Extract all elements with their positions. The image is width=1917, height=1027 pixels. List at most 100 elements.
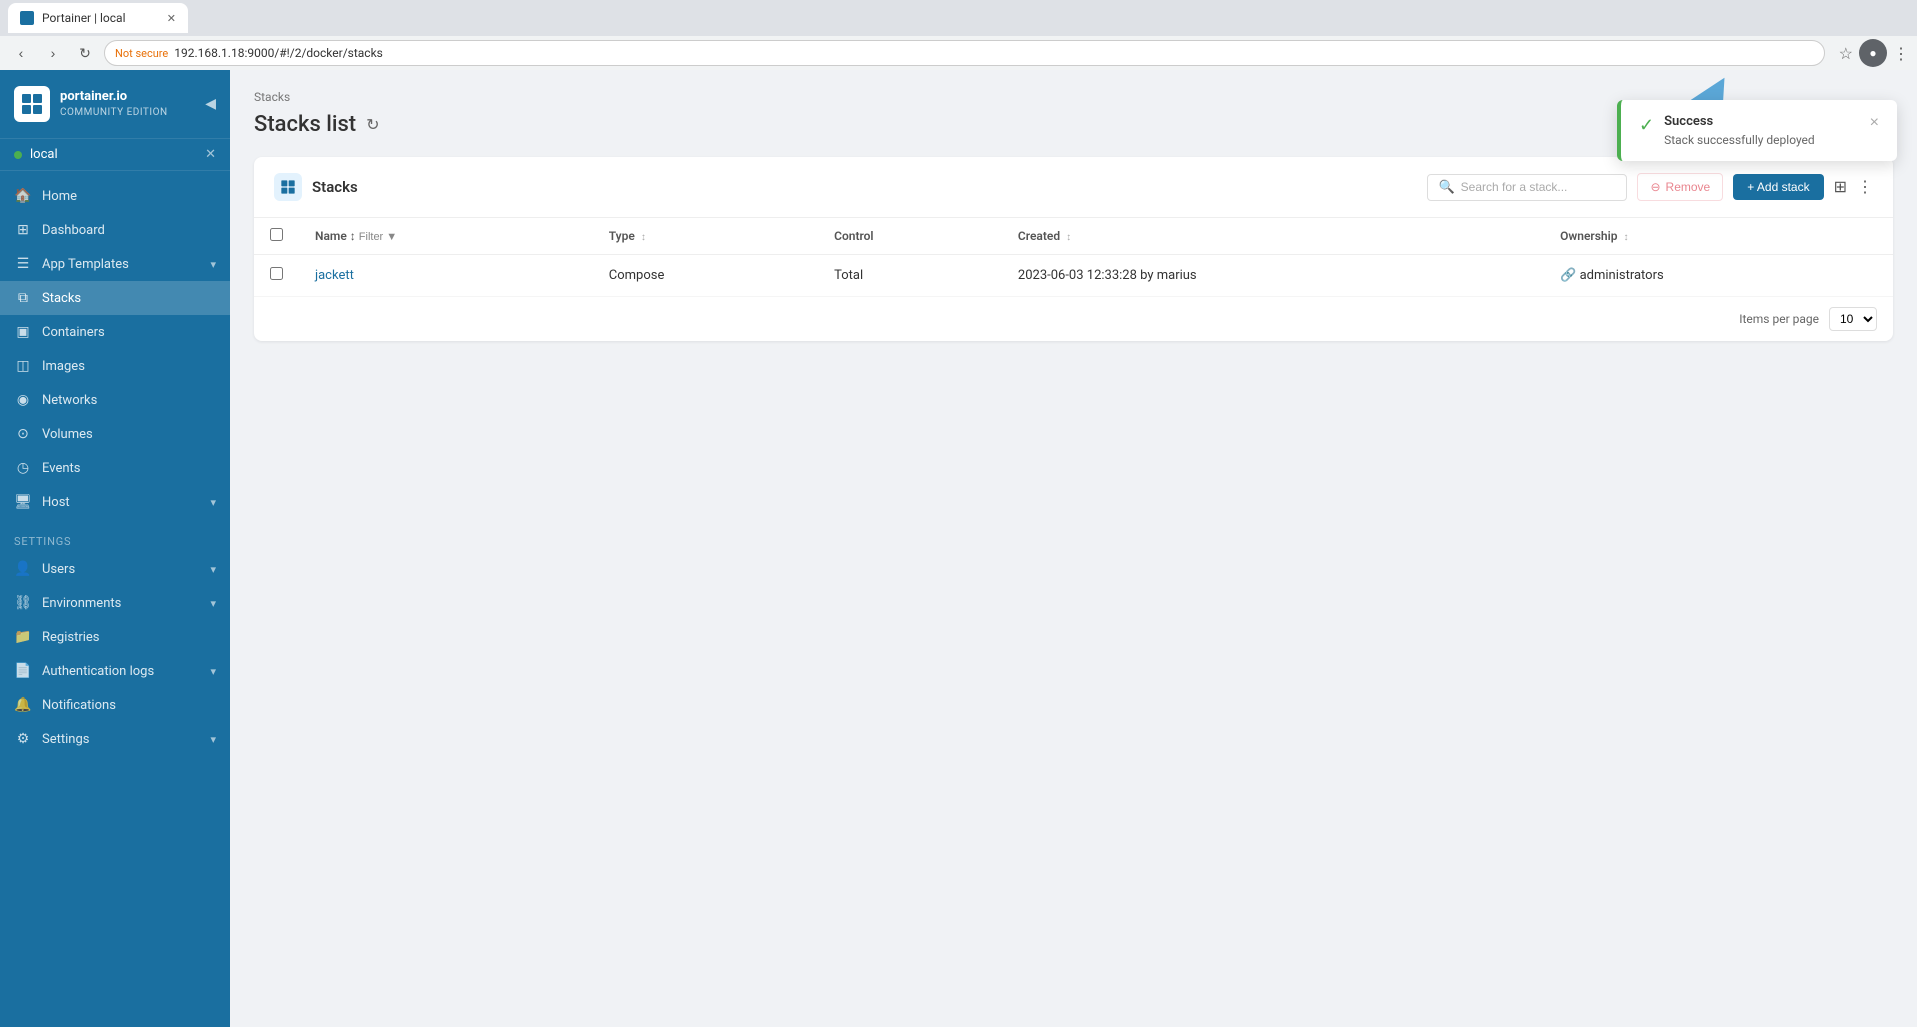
stacks-card-icon bbox=[274, 173, 302, 201]
row-checkbox[interactable] bbox=[270, 267, 283, 280]
browser-nav: ‹ › ↻ Not secure 192.168.1.18:9000/#!/2/… bbox=[0, 36, 1917, 70]
endpoint-close-button[interactable]: ✕ bbox=[205, 147, 216, 162]
add-stack-button[interactable]: + Add stack bbox=[1733, 174, 1823, 200]
row-ownership-cell: 🔗 administrators bbox=[1544, 255, 1893, 297]
security-warning: Not secure bbox=[115, 47, 168, 60]
sidebar-item-label: Dashboard bbox=[42, 223, 105, 238]
stacks-table-container: Name ↕ Filter ▼ Type ↕ Control Created ↕… bbox=[254, 218, 1893, 341]
main-content: Stacks Stacks list ↻ Stacks bbox=[230, 70, 1917, 1027]
sidebar-item-volumes[interactable]: ⊙ Volumes bbox=[0, 417, 230, 451]
card-header: Stacks 🔍 ⊖ Remove + Add stack ⊞ ⋮ bbox=[254, 157, 1893, 218]
col-name[interactable]: Name ↕ Filter ▼ bbox=[299, 218, 593, 255]
per-page-select[interactable]: 10 25 50 bbox=[1829, 307, 1877, 331]
address-bar[interactable]: Not secure 192.168.1.18:9000/#!/2/docker… bbox=[104, 40, 1825, 66]
row-control-cell: Total bbox=[818, 255, 1002, 297]
registries-icon: 📁 bbox=[14, 629, 32, 645]
row-checkbox-cell[interactable] bbox=[254, 255, 299, 297]
sidebar-item-label: Networks bbox=[42, 393, 97, 408]
sidebar-item-label: Users bbox=[42, 562, 75, 577]
logo-area: portainer.io Community Edition bbox=[14, 86, 168, 122]
sidebar-item-users[interactable]: 👤 Users ▾ bbox=[0, 552, 230, 586]
col-created[interactable]: Created ↕ bbox=[1002, 218, 1544, 255]
card-title-text: Stacks bbox=[312, 178, 358, 196]
url-text: 192.168.1.18:9000/#!/2/docker/stacks bbox=[174, 46, 383, 60]
sidebar-item-stacks[interactable]: ⧉ Stacks bbox=[0, 281, 230, 315]
card-actions: 🔍 ⊖ Remove + Add stack ⊞ ⋮ bbox=[1427, 173, 1873, 201]
sidebar-item-home[interactable]: 🏠 Home bbox=[0, 179, 230, 213]
select-all-checkbox[interactable] bbox=[270, 228, 283, 241]
sidebar-item-label: Events bbox=[42, 461, 80, 476]
columns-toggle-button[interactable]: ⊞ bbox=[1834, 177, 1847, 197]
sidebar-item-auth-logs[interactable]: 📄 Authentication logs ▾ bbox=[0, 654, 230, 688]
tab-close-button[interactable]: ✕ bbox=[167, 12, 176, 25]
search-input[interactable] bbox=[1461, 180, 1617, 194]
sidebar-item-label: App Templates bbox=[42, 257, 129, 272]
more-options-button[interactable]: ⋮ bbox=[1857, 177, 1873, 197]
sidebar-item-settings[interactable]: ⚙ Settings ▾ bbox=[0, 722, 230, 756]
select-all-header[interactable] bbox=[254, 218, 299, 255]
remove-icon: ⊖ bbox=[1650, 180, 1660, 194]
sidebar-item-environments[interactable]: ⛓ Environments ▾ bbox=[0, 586, 230, 620]
items-per-page-label: Items per page bbox=[1739, 312, 1819, 326]
chevron-down-icon: ▾ bbox=[210, 563, 216, 576]
sidebar-item-label: Registries bbox=[42, 630, 100, 645]
events-icon: ◷ bbox=[14, 460, 32, 476]
success-toast: ✓ Success Stack successfully deployed × bbox=[1617, 100, 1897, 161]
ownership-text: administrators bbox=[1580, 268, 1664, 283]
chevron-down-icon: ▾ bbox=[210, 733, 216, 746]
bookmark-button[interactable]: ☆ bbox=[1839, 44, 1853, 63]
sidebar-item-app-templates[interactable]: ☰ App Templates ▾ bbox=[0, 247, 230, 281]
sidebar-collapse-button[interactable]: ◀ bbox=[205, 96, 216, 112]
stacks-table: Name ↕ Filter ▼ Type ↕ Control Created ↕… bbox=[254, 218, 1893, 297]
remove-button[interactable]: ⊖ Remove bbox=[1637, 173, 1723, 201]
networks-icon: ◉ bbox=[14, 392, 32, 408]
col-ownership[interactable]: Ownership ↕ bbox=[1544, 218, 1893, 255]
search-box[interactable]: 🔍 bbox=[1427, 174, 1627, 201]
stack-link[interactable]: jackett bbox=[315, 268, 354, 283]
toast-close-button[interactable]: × bbox=[1870, 114, 1879, 132]
table-header: Name ↕ Filter ▼ Type ↕ Control Created ↕… bbox=[254, 218, 1893, 255]
reload-button[interactable]: ↻ bbox=[72, 40, 98, 66]
stacks-icon: ⧉ bbox=[14, 290, 32, 306]
col-type[interactable]: Type ↕ bbox=[593, 218, 818, 255]
logo-icon bbox=[14, 86, 50, 122]
sidebar-header: portainer.io Community Edition ◀ bbox=[0, 70, 230, 139]
chevron-down-icon: ▾ bbox=[210, 496, 216, 509]
profile-button[interactable]: ● bbox=[1859, 39, 1887, 67]
refresh-button[interactable]: ↻ bbox=[366, 115, 379, 135]
auth-logs-icon: 📄 bbox=[14, 663, 32, 679]
home-icon: 🏠 bbox=[14, 188, 32, 204]
back-button[interactable]: ‹ bbox=[8, 40, 34, 66]
sidebar-item-label: Authentication logs bbox=[42, 664, 154, 679]
sidebar-item-containers[interactable]: ▣ Containers bbox=[0, 315, 230, 349]
app-layout: portainer.io Community Edition ◀ local ✕… bbox=[0, 70, 1917, 1027]
search-icon: 🔍 bbox=[1438, 180, 1454, 195]
sidebar-item-events[interactable]: ◷ Events bbox=[0, 451, 230, 485]
toast-content: Success Stack successfully deployed bbox=[1664, 114, 1860, 147]
settings-section-label: Settings bbox=[0, 519, 230, 552]
sidebar-item-dashboard[interactable]: ⊞ Dashboard bbox=[0, 213, 230, 247]
sidebar-item-networks[interactable]: ◉ Networks bbox=[0, 383, 230, 417]
sidebar-item-notifications[interactable]: 🔔 Notifications bbox=[0, 688, 230, 722]
forward-button[interactable]: › bbox=[40, 40, 66, 66]
sidebar-item-images[interactable]: ◫ Images bbox=[0, 349, 230, 383]
page-title: Stacks list bbox=[254, 112, 356, 137]
sidebar-item-host[interactable]: 🖥 Host ▾ bbox=[0, 485, 230, 519]
browser-tab[interactable]: Portainer | local ✕ bbox=[8, 3, 188, 33]
dashboard-icon: ⊞ bbox=[14, 222, 32, 238]
tab-title: Portainer | local bbox=[42, 11, 126, 25]
filter-button[interactable]: Filter ▼ bbox=[359, 231, 397, 243]
browser-titlebar: Portainer | local ✕ bbox=[0, 0, 1917, 36]
containers-icon: ▣ bbox=[14, 324, 32, 340]
notifications-icon: 🔔 bbox=[14, 697, 32, 713]
remove-label: Remove bbox=[1666, 180, 1711, 194]
endpoint-label: local bbox=[30, 147, 58, 162]
sidebar-item-registries[interactable]: 📁 Registries bbox=[0, 620, 230, 654]
sidebar: portainer.io Community Edition ◀ local ✕… bbox=[0, 70, 230, 1027]
toast-message: Stack successfully deployed bbox=[1664, 133, 1860, 147]
options-button[interactable]: ⋮ bbox=[1893, 44, 1909, 63]
settings-icon: ⚙ bbox=[14, 731, 32, 747]
ownership-icon: 🔗 bbox=[1560, 268, 1579, 283]
chevron-down-icon: ▾ bbox=[210, 597, 216, 610]
sidebar-item-label: Home bbox=[42, 189, 77, 204]
